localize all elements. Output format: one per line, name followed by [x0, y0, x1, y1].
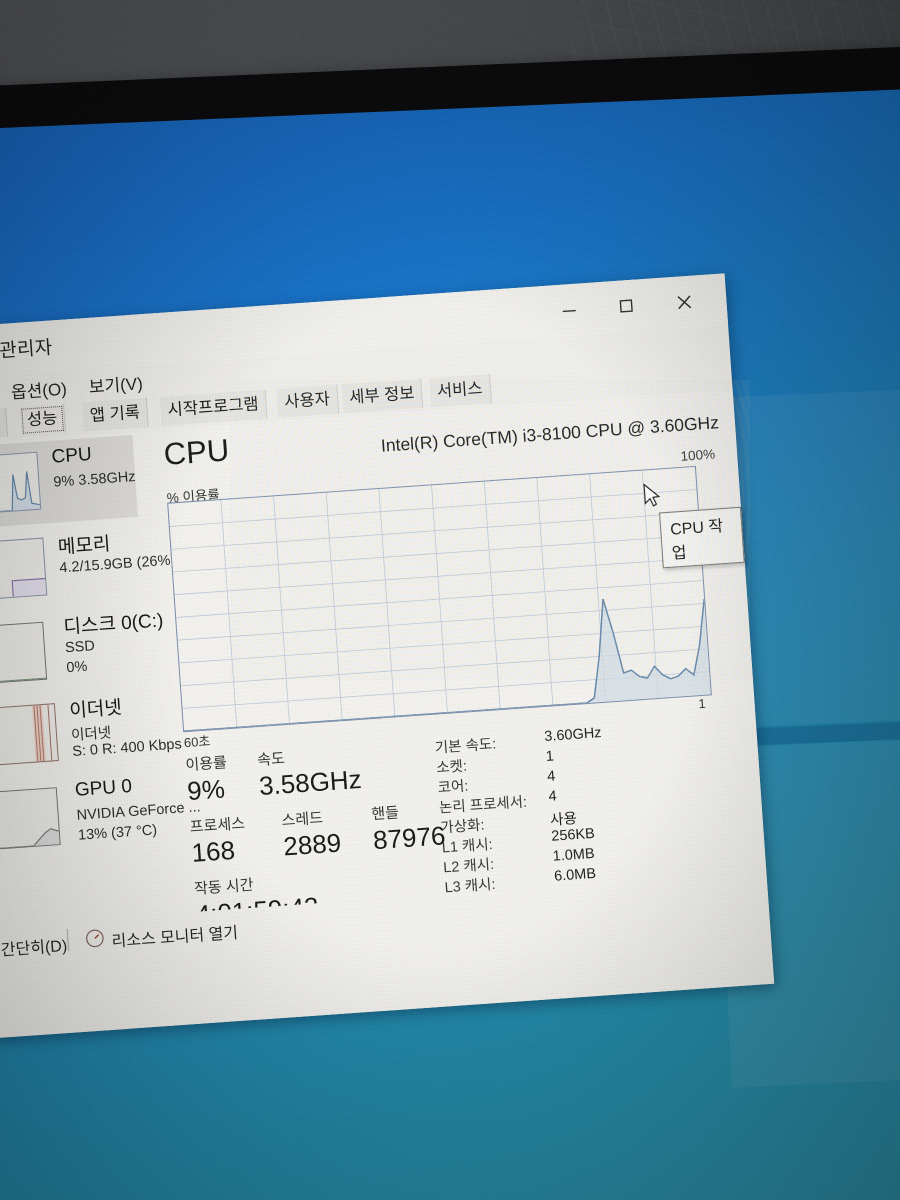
- tab-app-history[interactable]: 앱 기록: [81, 397, 149, 432]
- spec-value-l1-cache: 256KB: [550, 825, 596, 845]
- graph-x-right-label: 1: [697, 695, 707, 712]
- footer-divider: [66, 928, 70, 951]
- sidebar-item-label: CPU: [50, 443, 93, 468]
- photo-of-monitor: 작업 관리자 파일(F) 옵션(O) 보기(V) 프로세스: [0, 0, 900, 1200]
- memory-thumbnail-graph: [0, 537, 48, 602]
- graph-y-max-label: 100%: [680, 446, 716, 464]
- tab-startup[interactable]: 시작프로그램: [159, 389, 268, 426]
- sidebar-item-sub: 9% 3.58GHz: [52, 468, 137, 491]
- cpu-thumbnail-graph: [0, 451, 42, 516]
- sidebar-item-label: 메모리: [57, 533, 112, 559]
- stat-label-uptime: 작동 시간: [193, 876, 254, 898]
- sidebar-item-label: 이더넷: [68, 697, 123, 723]
- stat-label-utilization: 이용률: [184, 754, 228, 775]
- tab-details[interactable]: 세부 정보: [341, 378, 424, 414]
- disk-thumbnail-graph: [0, 621, 48, 686]
- task-manager-window: 작업 관리자 파일(F) 옵션(O) 보기(V) 프로세스: [0, 273, 775, 1046]
- spec-value-sockets: 1: [545, 748, 555, 765]
- tab-processes[interactable]: 프로세스: [0, 407, 8, 443]
- spec-value-l3-cache: 6.0MB: [553, 865, 597, 885]
- cpu-model-name: Intel(R) Core(TM) i3-8100 CPU @ 3.60GHz: [380, 412, 720, 456]
- stat-label-handles: 핸들: [370, 804, 400, 824]
- ethernet-thumbnail-graph: [0, 703, 59, 768]
- tab-services[interactable]: 서비스: [429, 374, 492, 408]
- tab-performance[interactable]: 성능: [19, 403, 67, 436]
- sidebar-item-label: GPU 0: [74, 775, 133, 801]
- stat-label-processes: 프로세스: [189, 815, 246, 836]
- desktop-screen: 작업 관리자 파일(F) 옵션(O) 보기(V) 프로세스: [0, 86, 900, 1200]
- maximize-button[interactable]: [602, 289, 650, 324]
- stat-label-threads: 스레드: [281, 809, 324, 830]
- graph-tooltip: CPU 작업: [659, 506, 745, 569]
- gauge-icon: [85, 928, 106, 953]
- spec-value-base-speed: 3.60GHz: [543, 725, 603, 746]
- menu-item-options[interactable]: 옵션(O): [10, 375, 67, 404]
- collapse-button[interactable]: 간단히(D): [0, 931, 68, 962]
- cpu-detail-panel: CPU Intel(R) Core(TM) i3-8100 CPU @ 3.60…: [132, 389, 766, 930]
- stat-value-speed: 3.58GHz: [258, 763, 363, 802]
- stat-value-processes: 168: [190, 834, 236, 868]
- stat-value-handles: 87976: [372, 820, 447, 856]
- gpu-thumbnail-graph: [0, 787, 61, 852]
- spec-value-cores: 4: [546, 768, 556, 785]
- resource-monitor-label: 리소스 모니터 열기: [111, 924, 239, 951]
- close-button[interactable]: [660, 285, 708, 320]
- resource-monitor-button[interactable]: 리소스 모니터 열기: [85, 919, 239, 954]
- spec-value-l2-cache: 1.0MB: [552, 845, 596, 865]
- sidebar-item-sub: SSD: [64, 638, 96, 657]
- stat-label-speed: 속도: [256, 750, 286, 770]
- window-title: 작업 관리자: [0, 337, 54, 365]
- sidebar-item-sub2: 0%: [65, 658, 88, 677]
- spec-value-logical-procs: 4: [548, 788, 558, 805]
- panel-heading: CPU: [162, 432, 231, 472]
- sidebar-item-gpu[interactable]: GPU 0 NVIDIA GeForce ... 13% (37 °C): [0, 768, 201, 869]
- sidebar-item-sub2: 13% (37 °C): [77, 822, 158, 844]
- tab-users[interactable]: 사용자: [276, 384, 339, 418]
- sidebar-item-cpu[interactable]: CPU 9% 3.58GHz: [0, 435, 139, 537]
- graph-x-left-label: 60초: [183, 733, 211, 751]
- stat-value-threads: 2889: [282, 827, 343, 862]
- menu-item-view[interactable]: 보기(V): [88, 369, 144, 398]
- cpu-utilization-graph[interactable]: [167, 465, 712, 733]
- collapse-label: 간단히(D): [0, 937, 68, 959]
- minimize-button[interactable]: [546, 293, 594, 328]
- content-area: CPU 9% 3.58GHz 메모리 4.2/15.9GB (26%) 디스크 …: [0, 389, 767, 934]
- cpu-chart-svg: [169, 470, 711, 732]
- stat-value-utilization: 9%: [186, 773, 226, 807]
